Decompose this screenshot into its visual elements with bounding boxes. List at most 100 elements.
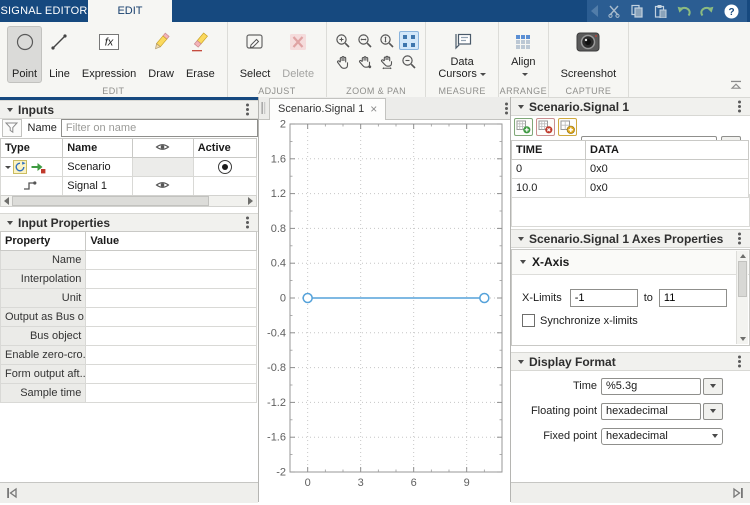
axes-properties-title: Scenario.Signal 1 Axes Properties <box>529 231 724 246</box>
zoom-in-icon[interactable] <box>333 31 353 50</box>
paste-icon[interactable] <box>653 4 667 18</box>
document-tab[interactable]: Scenario.Signal 1 <box>269 97 387 120</box>
property-value-cell[interactable] <box>85 307 257 327</box>
zoom-x-icon[interactable] <box>355 31 375 50</box>
time-format-combobox[interactable]: %5.3g <box>601 377 701 395</box>
kebab-menu-icon[interactable] <box>738 360 741 363</box>
scroll-down-icon[interactable] <box>739 337 746 341</box>
close-tab-icon[interactable] <box>370 104 377 114</box>
pan-x-icon[interactable] <box>377 52 397 71</box>
pan-free-icon[interactable] <box>355 52 375 71</box>
kebab-menu-icon[interactable] <box>738 237 741 240</box>
collapse-right-panel-bar[interactable] <box>511 482 750 503</box>
column-type[interactable]: Type <box>0 138 64 158</box>
point-button[interactable]: Point <box>7 26 43 83</box>
input-properties-header[interactable]: Input Properties <box>0 213 258 232</box>
collapse-caret-icon[interactable] <box>520 260 526 264</box>
display-format-header[interactable]: Display Format <box>511 352 750 371</box>
chevron-left-icon[interactable] <box>591 5 598 17</box>
minimize-ribbon-icon[interactable] <box>730 79 742 93</box>
help-icon[interactable]: ? <box>724 4 739 19</box>
floating-point-dropdown-button[interactable] <box>703 402 723 420</box>
copy-icon[interactable] <box>630 4 644 18</box>
column-name[interactable]: Name <box>62 138 133 158</box>
erase-button[interactable]: Erase <box>181 26 220 83</box>
data-cell[interactable]: 0x0 <box>585 159 749 179</box>
column-active[interactable]: Active <box>192 138 258 158</box>
table-row-signal[interactable]: Signal 1 <box>0 176 258 196</box>
property-value-cell[interactable] <box>85 383 257 403</box>
property-value-cell[interactable] <box>85 250 257 270</box>
fit-to-view-icon[interactable] <box>399 31 420 50</box>
xmin-input[interactable] <box>569 289 638 307</box>
active-radio[interactable] <box>217 160 232 174</box>
property-value-cell[interactable] <box>85 326 257 346</box>
signal-name-cell[interactable]: Signal 1 <box>62 176 133 196</box>
collapse-caret-icon[interactable] <box>518 359 524 364</box>
scroll-up-icon[interactable] <box>739 254 746 258</box>
table-row-scenario[interactable]: Scenario <box>0 157 258 177</box>
signal-active-cell[interactable] <box>192 176 258 196</box>
skip-to-end-icon[interactable] <box>732 487 744 499</box>
tab-signal-editor[interactable]: SIGNAL EDITOR <box>0 0 88 22</box>
scenario-active-cell[interactable] <box>192 157 258 177</box>
delete-row-button[interactable] <box>536 118 555 136</box>
redo-icon[interactable] <box>700 5 715 18</box>
insert-row-button[interactable] <box>514 118 533 136</box>
cut-icon[interactable] <box>607 4 621 18</box>
time-cell[interactable]: 0 <box>511 159 586 179</box>
column-visibility[interactable] <box>131 138 194 158</box>
skip-to-start-icon[interactable] <box>6 487 18 499</box>
line-button[interactable]: Line <box>44 26 75 83</box>
data-cursors-button[interactable]: Data Cursors <box>433 26 491 83</box>
xmax-input[interactable] <box>658 289 727 307</box>
signal-plot[interactable]: -2 -1.6 -1.2 -0.8 -0.4 0 0.4 0.8 1.2 1.6 2 0 3 6 9 <box>259 119 510 502</box>
inputs-header[interactable]: Inputs <box>0 100 258 119</box>
expression-button[interactable]: fx Expression <box>77 26 141 83</box>
kebab-menu-icon[interactable] <box>246 108 249 111</box>
property-value-cell[interactable] <box>85 345 257 365</box>
property-value-cell[interactable] <box>85 364 257 384</box>
collapse-caret-icon[interactable] <box>7 220 13 225</box>
scrollbar-thumb[interactable] <box>738 261 747 297</box>
xaxis-section-header[interactable]: X-Axis <box>512 250 749 275</box>
property-value-cell[interactable] <box>85 269 257 289</box>
insert-signal-button[interactable] <box>558 118 577 136</box>
scenario-name-cell[interactable]: Scenario <box>62 157 133 177</box>
horizontal-scrollbar[interactable] <box>0 195 257 207</box>
zoom-y-icon[interactable] <box>377 31 397 50</box>
align-button[interactable]: Align <box>506 26 540 83</box>
filter-input[interactable] <box>60 119 258 137</box>
collapse-caret-icon[interactable] <box>518 236 524 241</box>
time-format-dropdown-button[interactable] <box>703 377 723 395</box>
screenshot-button[interactable]: Screenshot <box>556 26 622 83</box>
expand-caret-icon[interactable] <box>5 165 11 169</box>
scroll-left-icon[interactable] <box>4 197 9 205</box>
floating-point-combobox[interactable]: hexadecimal <box>601 402 701 420</box>
undo-icon[interactable] <box>676 5 691 18</box>
axes-properties-header[interactable]: Scenario.Signal 1 Axes Properties <box>511 229 750 248</box>
kebab-menu-icon[interactable] <box>505 106 508 110</box>
draw-button[interactable]: Draw <box>143 26 179 83</box>
scroll-right-icon[interactable] <box>248 197 253 205</box>
collapse-caret-icon[interactable] <box>518 104 524 109</box>
vertical-scrollbar[interactable] <box>736 251 748 344</box>
scrollbar-thumb[interactable] <box>12 196 209 206</box>
sync-xlimits-checkbox[interactable] <box>522 314 535 327</box>
filter-button[interactable] <box>2 119 22 137</box>
kebab-menu-icon[interactable] <box>246 221 249 224</box>
tab-edit[interactable]: EDIT <box>88 0 172 22</box>
zoom-out-icon[interactable] <box>399 52 419 71</box>
fixed-point-select[interactable]: hexadecimal <box>601 427 723 445</box>
delete-button[interactable]: Delete <box>277 26 319 83</box>
pan-icon[interactable] <box>333 52 353 71</box>
select-button[interactable]: Select <box>235 26 276 83</box>
collapse-left-panel-bar[interactable] <box>0 482 258 503</box>
collapse-caret-icon[interactable] <box>7 107 13 112</box>
signal-header[interactable]: Scenario.Signal 1 <box>511 97 750 116</box>
time-data-row[interactable]: 0 0x0 <box>511 159 749 179</box>
signal-visibility-cell[interactable] <box>131 176 194 196</box>
kebab-menu-icon[interactable] <box>738 105 741 108</box>
property-value-cell[interactable] <box>85 288 257 308</box>
splitter-grip-icon[interactable] <box>261 101 266 115</box>
